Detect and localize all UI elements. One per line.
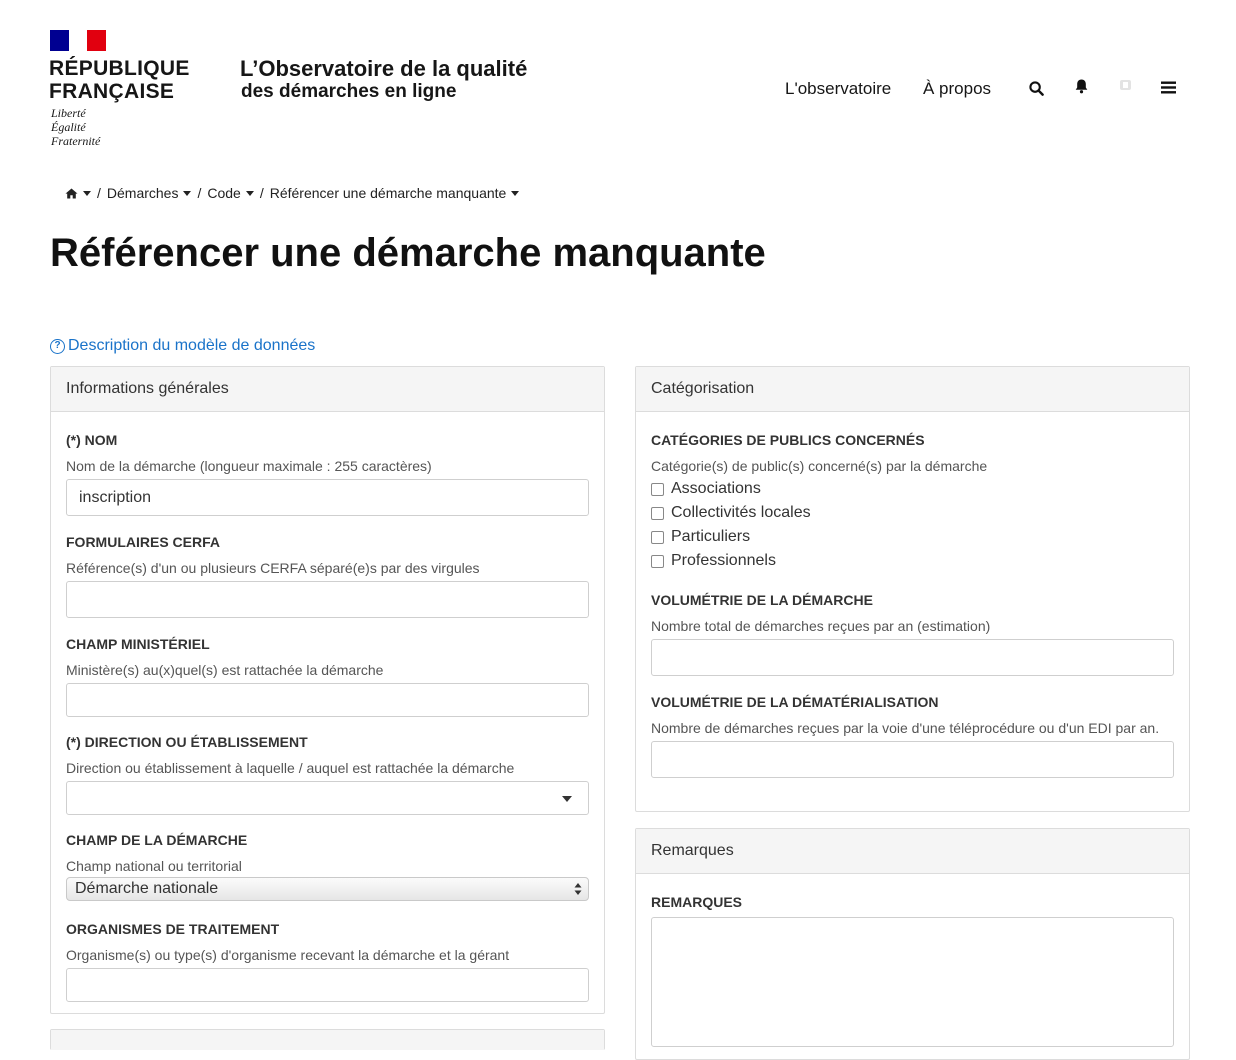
remarques-panel: Remarques REMARQUES xyxy=(635,828,1190,1060)
nav-link-observatoire[interactable]: L'observatoire xyxy=(785,79,891,99)
republique-francaise-wordmark: RÉPUBLIQUE FRANÇAISE xyxy=(49,57,190,103)
data-model-link-label: Description du modèle de données xyxy=(68,337,316,354)
site-title[interactable]: L’Observatoire de la qualité xyxy=(240,57,527,81)
field-help: Organisme(s) ou type(s) d'organisme rece… xyxy=(66,947,510,963)
nom-input[interactable] xyxy=(66,479,589,516)
bell-icon[interactable] xyxy=(1071,76,1091,96)
next-panel xyxy=(50,1029,605,1050)
organismes-input[interactable] xyxy=(66,968,589,1002)
chevron-down-icon xyxy=(183,190,192,196)
ministeriel-input[interactable] xyxy=(66,683,589,717)
checkbox-particuliers[interactable]: Particuliers xyxy=(651,525,1174,549)
menu-icon[interactable] xyxy=(1158,77,1178,97)
site-subtitle[interactable]: des démarches en ligne xyxy=(241,81,456,103)
breadcrumb-item-current[interactable]: Référencer une démarche manquante xyxy=(270,185,520,201)
page-title: Référencer une démarche manquante xyxy=(50,231,766,275)
cerfa-input[interactable] xyxy=(66,581,589,618)
field-label: REMARQUES xyxy=(651,894,743,910)
field-volumetrie: VOLUMÉTRIE DE LA DÉMARCHE Nombre total d… xyxy=(651,591,1174,676)
field-help: Nombre total de démarches reçues par an … xyxy=(651,618,991,634)
field-publics: CATÉGORIES DE PUBLICS CONCERNÉS Catégori… xyxy=(651,431,1174,573)
breadcrumb-separator: / xyxy=(97,185,101,201)
breadcrumb: / Démarches / Code / Référencer une déma… xyxy=(65,185,520,201)
breadcrumb-item-demarches[interactable]: Démarches xyxy=(107,185,192,201)
field-help: Nom de la démarche (longueur maximale : … xyxy=(66,458,432,474)
breadcrumb-separator: / xyxy=(259,185,264,201)
categorisation-panel: Catégorisation CATÉGORIES DE PUBLICS CON… xyxy=(635,366,1190,812)
field-label: CATÉGORIES DE PUBLICS CONCERNÉS xyxy=(651,432,925,448)
chevron-down-icon xyxy=(83,190,91,196)
field-help: Nombre de démarches reçues par la voie d… xyxy=(651,720,1160,736)
home-icon xyxy=(65,188,78,198)
field-help: Ministère(s) au(x)quel(s) est rattachée … xyxy=(66,662,384,678)
chevron-down-icon xyxy=(245,190,254,196)
field-label: VOLUMÉTRIE DE LA DÉMATÉRIALISATION xyxy=(651,694,939,710)
field-help: Catégorie(s) de public(s) concerné(s) pa… xyxy=(651,458,988,474)
breadcrumb-item-code[interactable]: Code xyxy=(207,185,254,201)
field-label: (*) NOM xyxy=(66,432,118,448)
field-label: VOLUMÉTRIE DE LA DÉMARCHE xyxy=(651,592,873,608)
field-direction: (*) DIRECTION OU ÉTABLISSEMENT Direction… xyxy=(66,733,589,815)
volumetrie-input[interactable] xyxy=(651,639,1174,676)
general-info-panel: Informations générales (*) NOM Nom de la… xyxy=(50,366,605,1014)
marianne-logo xyxy=(50,30,106,51)
breadcrumb-home[interactable] xyxy=(65,188,91,199)
panel-heading: Catégorisation xyxy=(636,367,1189,412)
checkbox-box[interactable] xyxy=(651,482,664,496)
field-champ-ministeriel: CHAMP MINISTÉRIEL Ministère(s) au(x)quel… xyxy=(66,635,589,717)
champ-select[interactable]: Démarche nationale xyxy=(66,877,589,901)
field-remarques: REMARQUES xyxy=(651,893,1174,1052)
remarques-textarea[interactable] xyxy=(651,917,1174,1047)
breadcrumb-separator: / xyxy=(197,185,202,201)
field-help: Champ national ou territorial xyxy=(66,858,242,874)
checkbox-box[interactable] xyxy=(651,554,664,568)
caret-down-icon xyxy=(562,796,572,802)
checkbox-professionnels[interactable]: Professionnels xyxy=(651,549,1174,573)
field-label: CHAMP MINISTÉRIEL xyxy=(66,636,210,652)
field-label: ORGANISMES DE TRAITEMENT xyxy=(66,921,280,937)
dematerialisation-input[interactable] xyxy=(651,741,1174,778)
panel-heading: Remarques xyxy=(636,829,1189,874)
checkbox-box[interactable] xyxy=(651,506,664,520)
field-nom: (*) NOM Nom de la démarche (longueur max… xyxy=(66,431,589,516)
field-champ-demarche: CHAMP DE LA DÉMARCHE Champ national ou t… xyxy=(66,831,589,901)
help-circle-icon: ? xyxy=(50,338,65,354)
data-model-description-link[interactable]: ? Description du modèle de données xyxy=(50,337,315,355)
field-dematerialisation: VOLUMÉTRIE DE LA DÉMATÉRIALISATION Nombr… xyxy=(651,693,1174,778)
updown-arrows-icon xyxy=(574,883,582,895)
champ-select-value: Démarche nationale xyxy=(75,880,219,897)
field-help: Direction ou établissement à laquelle / … xyxy=(66,760,515,776)
field-cerfa: FORMULAIRES CERFA Référence(s) d'un ou p… xyxy=(66,533,589,618)
user-icon[interactable] xyxy=(1115,75,1135,95)
panel-heading: Informations générales xyxy=(51,367,604,412)
site-header: RÉPUBLIQUE FRANÇAISE Liberté Égalité Fra… xyxy=(0,0,1236,160)
field-label: FORMULAIRES CERFA xyxy=(66,534,220,550)
field-label: CHAMP DE LA DÉMARCHE xyxy=(66,832,248,848)
chevron-down-icon xyxy=(511,190,520,196)
field-help: Référence(s) d'un ou plusieurs CERFA sép… xyxy=(66,560,480,576)
republique-motto: Liberté Égalité Fraternité xyxy=(51,106,101,148)
checkbox-collectivites[interactable]: Collectivités locales xyxy=(651,501,1174,525)
nav-link-apropos[interactable]: À propos xyxy=(923,79,991,99)
checkbox-box[interactable] xyxy=(651,530,664,544)
field-organismes: ORGANISMES DE TRAITEMENT Organisme(s) ou… xyxy=(66,920,589,1002)
direction-select[interactable] xyxy=(66,781,589,815)
field-label: (*) DIRECTION OU ÉTABLISSEMENT xyxy=(66,734,308,750)
search-icon[interactable] xyxy=(1026,78,1046,98)
checkbox-associations[interactable]: Associations xyxy=(651,477,1174,501)
